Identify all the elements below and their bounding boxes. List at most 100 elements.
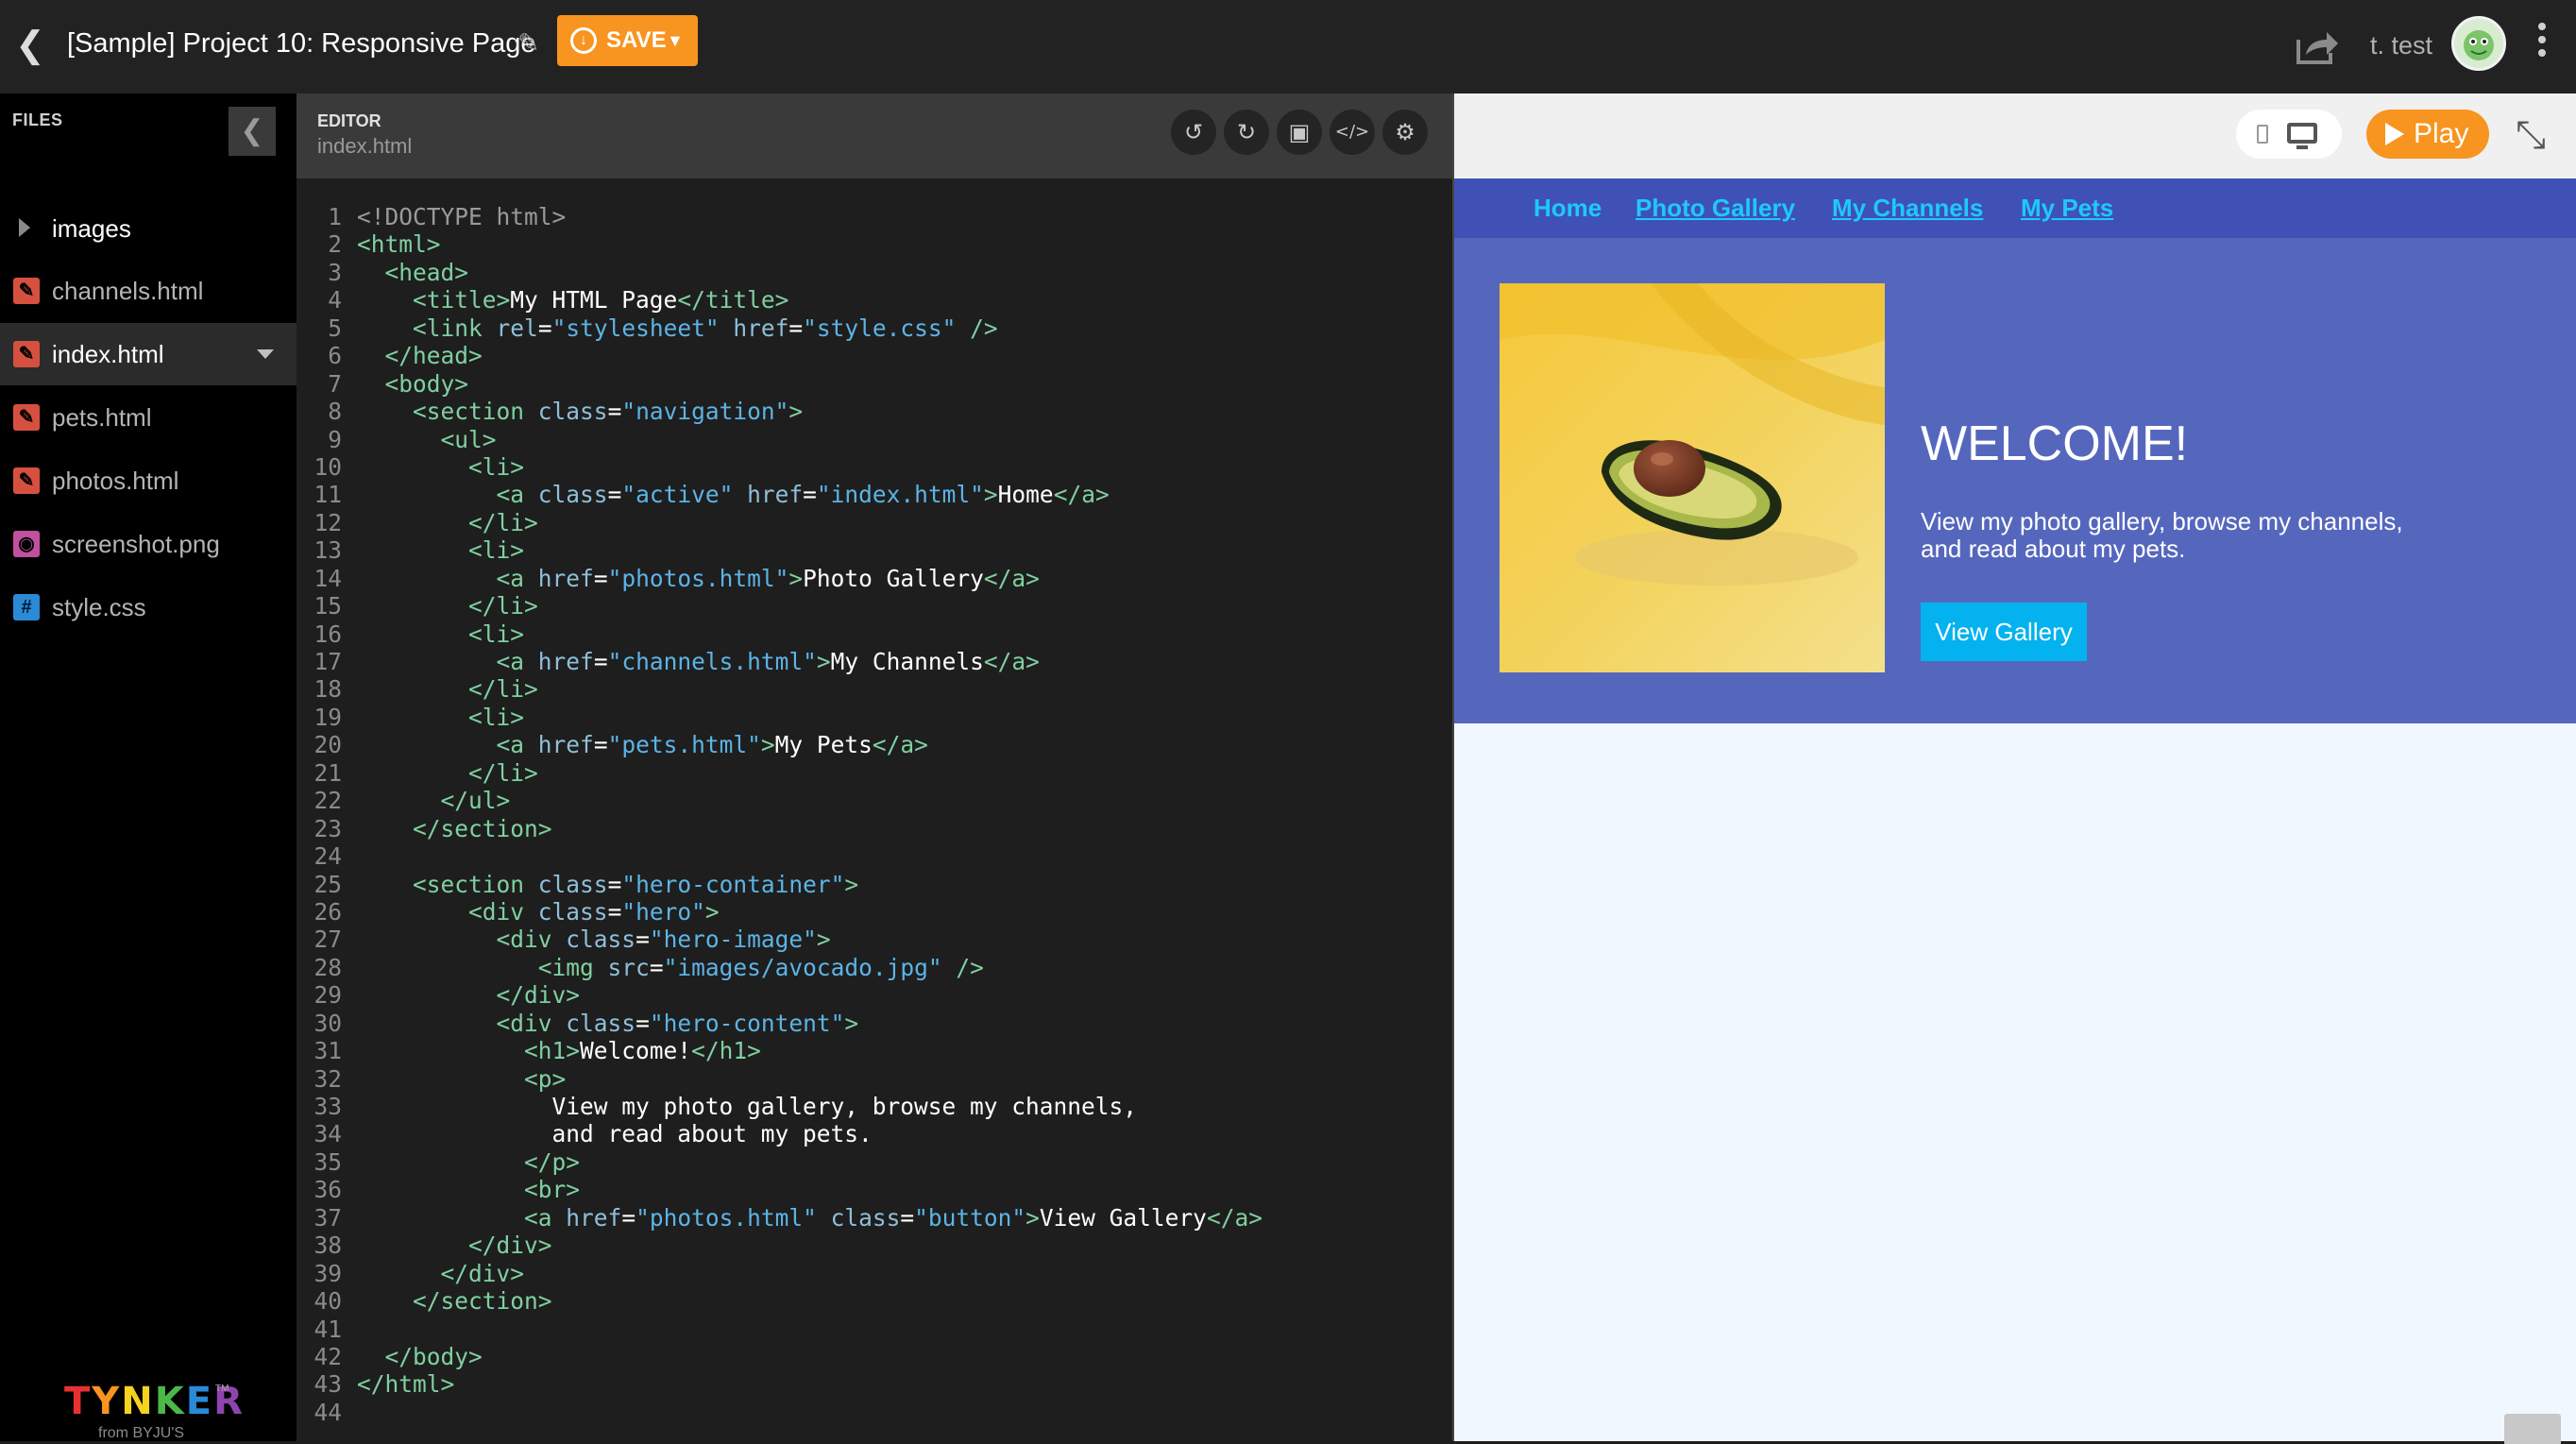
view-gallery-button[interactable]: View Gallery	[1921, 603, 2087, 661]
code-line[interactable]: 8 <section class="navigation">	[297, 398, 1452, 425]
user-name[interactable]: t. test	[2370, 25, 2432, 66]
code-line[interactable]: 36 <br>	[297, 1176, 1452, 1203]
play-button[interactable]: Play	[2366, 110, 2489, 159]
code-line[interactable]: 11 <a class="active" href="index.html">H…	[297, 481, 1452, 508]
code-line[interactable]: 26 <div class="hero">	[297, 898, 1452, 926]
image-icon[interactable]: ▣	[1277, 110, 1322, 155]
code-line[interactable]: 15 </li>	[297, 592, 1452, 620]
line-number: 16	[314, 620, 342, 648]
chevron-down-icon: ▼	[667, 31, 684, 50]
line-number: 29	[314, 981, 342, 1010]
file-style-css[interactable]: # style.css	[0, 576, 297, 638]
code-line[interactable]: 21 </li>	[297, 759, 1452, 787]
undo-icon[interactable]: ↺	[1171, 110, 1216, 155]
code-line[interactable]: 32 <p>	[297, 1065, 1452, 1093]
code-line[interactable]: 17 <a href="channels.html">My Channels</…	[297, 648, 1452, 675]
file-photos-html[interactable]: ✎ photos.html	[0, 450, 297, 512]
code-line[interactable]: 40 </section>	[297, 1287, 1452, 1315]
code-line[interactable]: 10 <li>	[297, 453, 1452, 481]
code-line[interactable]: 30 <div class="hero-content">	[297, 1010, 1452, 1037]
code-line[interactable]: 31 <h1>Welcome!</h1>	[297, 1037, 1452, 1064]
avatar[interactable]	[2451, 16, 2506, 71]
code-line[interactable]: 24	[297, 842, 1452, 870]
html-file-icon: ✎	[13, 341, 40, 367]
save-icon: ↓	[570, 27, 597, 54]
code-line[interactable]: 4 <title>My HTML Page</title>	[297, 286, 1452, 314]
file-pets-html[interactable]: ✎ pets.html	[0, 386, 297, 449]
code-line[interactable]: 41	[297, 1316, 1452, 1343]
code-text: </div>	[496, 981, 581, 1010]
redo-icon[interactable]: ↻	[1224, 110, 1269, 155]
code-line[interactable]: 42 </body>	[297, 1343, 1452, 1370]
code-line[interactable]: 38 </div>	[297, 1232, 1452, 1259]
line-number: 12	[314, 508, 342, 536]
folder-arrow-icon[interactable]	[19, 218, 30, 237]
pencil-icon[interactable]: ✎	[517, 25, 546, 62]
desktop-device-icon[interactable]	[2287, 123, 2317, 149]
code-text: <li>	[468, 703, 525, 731]
code-line[interactable]: 20 <a href="pets.html">My Pets</a>	[297, 731, 1452, 758]
code-line[interactable]: 25 <section class="hero-container">	[297, 871, 1452, 898]
code-text: </li>	[468, 675, 538, 704]
folder-images[interactable]: images	[0, 197, 297, 260]
code-area[interactable]: 1 <!DOCTYPE html> 2 <html> 3 <head> 4 <title>…	[297, 203, 1452, 1431]
code-line[interactable]: 28 <img src="images/avocado.jpg" />	[297, 954, 1452, 981]
file-screenshot-png[interactable]: ◉ screenshot.png	[0, 513, 297, 575]
nav-link-my-pets[interactable]: My Pets	[2021, 178, 2113, 238]
code-line[interactable]: 37 <a href="photos.html" class="button">…	[297, 1204, 1452, 1232]
back-arrow-icon[interactable]: ❮	[11, 21, 49, 70]
code-line[interactable]: 6 </head>	[297, 342, 1452, 369]
more-menu-icon[interactable]	[2531, 17, 2553, 74]
code-line[interactable]: 27 <div class="hero-image">	[297, 926, 1452, 953]
device-toggle[interactable]	[2236, 110, 2342, 159]
file-channels-html[interactable]: ✎ channels.html	[0, 260, 297, 322]
line-number: 3	[328, 258, 342, 286]
code-line[interactable]: 7 <body>	[297, 370, 1452, 398]
code-line[interactable]: 29 </div>	[297, 981, 1452, 1009]
code-line[interactable]: 5 <link rel="stylesheet" href="style.css…	[297, 314, 1452, 342]
share-icon[interactable]	[2293, 23, 2340, 68]
save-button[interactable]: ↓ SAVE ▼	[557, 15, 698, 66]
code-line[interactable]: 22 </ul>	[297, 787, 1452, 814]
code-text: <ul>	[440, 425, 497, 453]
project-title[interactable]: [Sample] Project 10: Responsive Page	[67, 21, 536, 66]
code-line[interactable]: 1 <!DOCTYPE html>	[297, 203, 1452, 230]
code-line[interactable]: 2 <html>	[297, 230, 1452, 258]
line-number: 37	[314, 1203, 342, 1232]
line-number: 31	[314, 1037, 342, 1065]
code-line[interactable]: 39 </div>	[297, 1260, 1452, 1287]
code-editor: EDITOR index.html ↺ ↻ ▣ </> ⚙ 1 <!DOCTYPE…	[297, 93, 1452, 1441]
code-line[interactable]: 34 and read about my pets.	[297, 1120, 1452, 1147]
code-line[interactable]: 13 <li>	[297, 536, 1452, 564]
code-line[interactable]: 9 <ul>	[297, 426, 1452, 453]
chevron-down-icon[interactable]	[257, 349, 274, 359]
code-line[interactable]: 12 </li>	[297, 509, 1452, 536]
code-line[interactable]: 18 </li>	[297, 675, 1452, 703]
mobile-device-icon[interactable]	[2257, 125, 2268, 144]
line-number: 30	[314, 1009, 342, 1037]
nav-link-my-channels[interactable]: My Channels	[1832, 178, 1983, 238]
code-line[interactable]: 43 </html>	[297, 1370, 1452, 1398]
nav-link-photo-gallery[interactable]: Photo Gallery	[1635, 178, 1795, 238]
code-line[interactable]: 23 </section>	[297, 815, 1452, 842]
code-line[interactable]: 16 <li>	[297, 620, 1452, 648]
file-label: photos.html	[52, 467, 179, 495]
line-number: 4	[328, 286, 342, 314]
file-index-html[interactable]: ✎ index.html	[0, 323, 297, 385]
code-line[interactable]: 19 <li>	[297, 704, 1452, 731]
code-view-icon[interactable]: </>	[1330, 110, 1375, 155]
code-line[interactable]: 33 View my photo gallery, browse my chan…	[297, 1093, 1452, 1120]
settings-gear-icon[interactable]: ⚙	[1382, 110, 1428, 155]
nav-link-home[interactable]: Home	[1534, 178, 1602, 238]
code-line[interactable]: 3 <head>	[297, 259, 1452, 286]
console-toggle-icon[interactable]	[2504, 1414, 2561, 1444]
collapse-sidebar-icon[interactable]: ❮	[229, 107, 276, 156]
line-number: 2	[328, 230, 342, 259]
code-line[interactable]: 14 <a href="photos.html">Photo Gallery</…	[297, 565, 1452, 592]
code-line[interactable]: 35 </p>	[297, 1148, 1452, 1176]
line-number: 33	[314, 1093, 342, 1120]
code-line[interactable]: 44	[297, 1399, 1452, 1426]
fullscreen-expand-icon[interactable]: ⤡	[2510, 114, 2551, 156]
code-text: </p>	[524, 1147, 581, 1176]
code-text: </div>	[440, 1259, 525, 1287]
